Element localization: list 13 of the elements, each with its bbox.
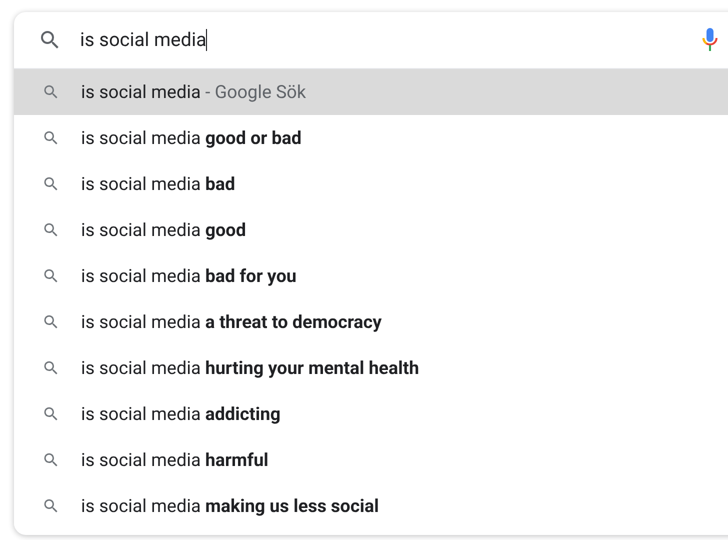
suggestion-item[interactable]: is social media - Google Sök <box>14 69 728 115</box>
search-icon <box>42 221 60 239</box>
search-icon <box>42 313 60 331</box>
search-field[interactable]: is social media <box>80 26 702 54</box>
microphone-icon[interactable] <box>702 28 718 52</box>
search-icon <box>42 405 60 423</box>
search-icon <box>42 267 60 285</box>
search-icon <box>42 497 60 515</box>
search-icon <box>42 175 60 193</box>
search-icon <box>42 83 60 101</box>
search-icon <box>42 129 60 147</box>
search-icon <box>42 451 60 469</box>
search-icon <box>42 359 60 377</box>
